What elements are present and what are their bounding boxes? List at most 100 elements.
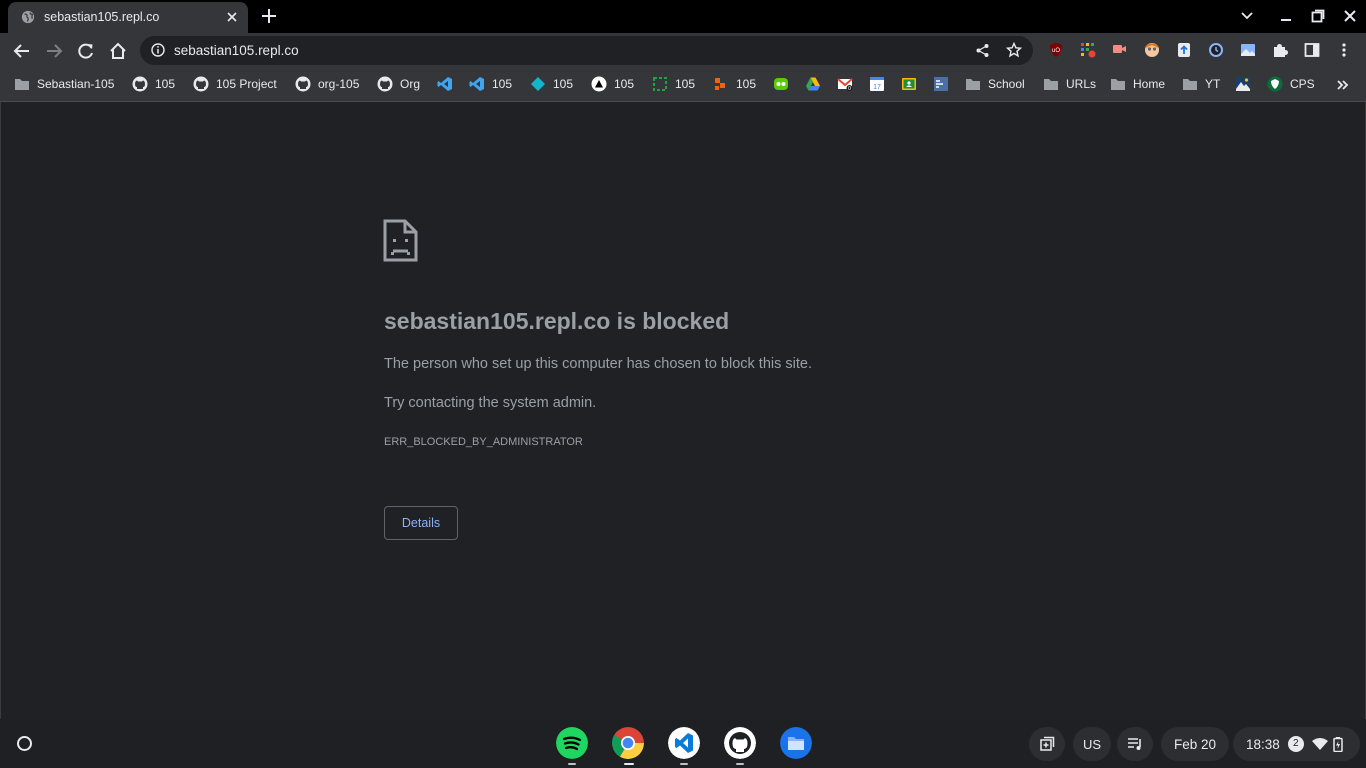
clock-extension-icon[interactable] bbox=[1208, 42, 1224, 58]
site-info-icon[interactable] bbox=[151, 43, 165, 57]
github-app-icon[interactable] bbox=[724, 727, 756, 759]
bookmark-label: 105 bbox=[614, 77, 635, 91]
bookmark-orange-105[interactable]: 105 bbox=[713, 75, 756, 93]
ublock-origin-icon[interactable]: uO bbox=[1048, 42, 1064, 58]
bookmark-folder-urls[interactable]: URLs bbox=[1043, 75, 1096, 93]
github-icon bbox=[295, 76, 311, 92]
bookmark-triangle-105[interactable]: 105 bbox=[591, 75, 634, 93]
cps-shield-icon bbox=[1267, 76, 1283, 92]
bookmark-google-drive[interactable] bbox=[805, 75, 821, 93]
folder-icon bbox=[1111, 79, 1125, 90]
forward-icon[interactable] bbox=[45, 42, 63, 60]
bookmark-github-105[interactable]: 105 bbox=[132, 75, 175, 93]
apps-grid-extension-icon[interactable] bbox=[1080, 42, 1096, 58]
spotify-running-indicator bbox=[568, 763, 576, 765]
ime-indicator[interactable]: US bbox=[1073, 727, 1111, 761]
files-app-icon[interactable] bbox=[780, 727, 812, 759]
gmail-icon: 0 bbox=[837, 78, 853, 92]
clock-time: 18:38 bbox=[1246, 736, 1280, 752]
share-icon[interactable] bbox=[975, 43, 990, 58]
extensions-puzzle-icon[interactable] bbox=[1272, 42, 1288, 58]
image-extension-icon[interactable] bbox=[1240, 42, 1256, 58]
tab-search-icon[interactable] bbox=[1240, 9, 1254, 23]
reload-icon[interactable] bbox=[77, 42, 95, 60]
screen-recorder-icon[interactable] bbox=[1112, 42, 1128, 58]
media-controls-button[interactable] bbox=[1117, 727, 1153, 761]
bookmark-github-105-project[interactable]: 105 Project bbox=[193, 75, 277, 93]
bookmark-gmail[interactable]: 0 bbox=[837, 75, 853, 93]
vscode-icon bbox=[437, 77, 452, 91]
svg-text:uO: uO bbox=[1052, 48, 1060, 54]
details-button[interactable]: Details bbox=[384, 506, 458, 540]
sad-page-icon bbox=[383, 219, 418, 262]
browser-tab[interactable]: sebastian105.repl.co bbox=[8, 2, 248, 33]
minimize-icon[interactable] bbox=[1279, 9, 1293, 23]
system-shelf: US Feb 20 18:38 2 bbox=[0, 719, 1366, 768]
bookmark-google-classroom[interactable] bbox=[901, 75, 917, 93]
bookmark-label: Org bbox=[400, 77, 421, 91]
bookmark-folder-sebastian105[interactable]: Sebastian-105 bbox=[14, 75, 114, 93]
bookmark-star-icon[interactable] bbox=[1006, 42, 1022, 58]
error-description: The person who set up this computer has … bbox=[384, 356, 812, 372]
close-tab-icon[interactable] bbox=[224, 9, 240, 25]
face-avatar-extension-icon[interactable] bbox=[1144, 42, 1160, 58]
vscode-running-indicator bbox=[680, 763, 688, 765]
bookmark-label: 105 bbox=[155, 77, 176, 91]
globe-icon bbox=[21, 10, 35, 24]
github-running-indicator bbox=[736, 763, 744, 765]
back-icon[interactable] bbox=[13, 42, 31, 60]
tab-title: sebastian105.repl.co bbox=[44, 10, 160, 24]
triangle-logo-icon bbox=[591, 76, 607, 92]
url-text[interactable]: sebastian105.repl.co bbox=[174, 43, 299, 58]
chrome-app-icon[interactable] bbox=[612, 727, 644, 759]
vscode-app-icon[interactable] bbox=[668, 727, 700, 759]
bookmark-landscape[interactable] bbox=[1235, 75, 1251, 93]
bookmark-folder-home[interactable]: Home bbox=[1110, 75, 1165, 93]
chrome-active-indicator bbox=[624, 763, 634, 765]
google-calendar-icon: 17 bbox=[870, 77, 884, 91]
more-bookmarks-chevron-icon[interactable] bbox=[1335, 77, 1351, 93]
upload-extension-icon[interactable] bbox=[1176, 42, 1192, 58]
bookmark-label: School bbox=[988, 77, 1025, 91]
bookmarks-bar: Sebastian-105 105 105 Project org-105 Or… bbox=[0, 68, 1366, 102]
status-area[interactable]: 18:38 2 bbox=[1233, 727, 1360, 761]
bookmark-label: URLs bbox=[1066, 77, 1097, 91]
bookmark-github-org-105[interactable]: org-105 bbox=[295, 75, 359, 93]
bookmark-label: 105 bbox=[553, 77, 574, 91]
bookmark-dashed-square-105[interactable]: 105 bbox=[652, 75, 695, 93]
bookmark-folder-school[interactable]: School bbox=[965, 75, 1025, 93]
launcher-icon[interactable] bbox=[12, 731, 37, 756]
bookmark-map-tool[interactable] bbox=[933, 75, 949, 93]
vscode-icon bbox=[469, 77, 484, 91]
bookmark-google-calendar[interactable]: 17 bbox=[869, 75, 885, 93]
clipboard-icon bbox=[1040, 736, 1055, 751]
bookmark-github-org[interactable]: Org bbox=[377, 75, 420, 93]
battery-icon bbox=[1333, 736, 1343, 752]
restore-icon[interactable] bbox=[1311, 9, 1325, 23]
calendar-date-button[interactable]: Feb 20 bbox=[1161, 727, 1229, 761]
mountain-landscape-icon bbox=[1236, 77, 1250, 91]
new-tab-icon[interactable] bbox=[260, 7, 278, 25]
address-bar[interactable]: sebastian105.repl.co bbox=[140, 36, 1033, 65]
bookmark-label: Home bbox=[1133, 77, 1166, 91]
folder-icon bbox=[15, 79, 29, 90]
clipboard-tray-button[interactable] bbox=[1029, 727, 1065, 761]
bookmark-duolingo[interactable] bbox=[773, 75, 789, 93]
bookmark-label: 105 bbox=[492, 77, 513, 91]
menu-kebab-icon[interactable] bbox=[1336, 42, 1352, 58]
duolingo-owl-icon bbox=[774, 78, 788, 90]
bookmark-label: CPS bbox=[1290, 77, 1315, 91]
notification-count-badge: 2 bbox=[1287, 736, 1304, 752]
bookmark-vscode-icon-only[interactable] bbox=[437, 75, 453, 93]
close-window-icon[interactable] bbox=[1343, 9, 1357, 23]
bookmark-vscode-105[interactable]: 105 bbox=[469, 75, 512, 93]
browser-toolbar: sebastian105.repl.co uO 2 bbox=[0, 33, 1366, 97]
spotify-app-icon[interactable] bbox=[556, 727, 588, 759]
side-panel-icon[interactable] bbox=[1304, 42, 1320, 58]
bookmark-diamond-105[interactable]: 105 bbox=[530, 75, 573, 93]
dashed-square-icon bbox=[653, 77, 667, 91]
bookmark-label: 105 bbox=[736, 77, 757, 91]
bookmark-folder-yt[interactable]: YT bbox=[1182, 75, 1220, 93]
home-icon[interactable] bbox=[109, 42, 127, 60]
bookmark-cps[interactable]: CPS bbox=[1267, 75, 1315, 93]
